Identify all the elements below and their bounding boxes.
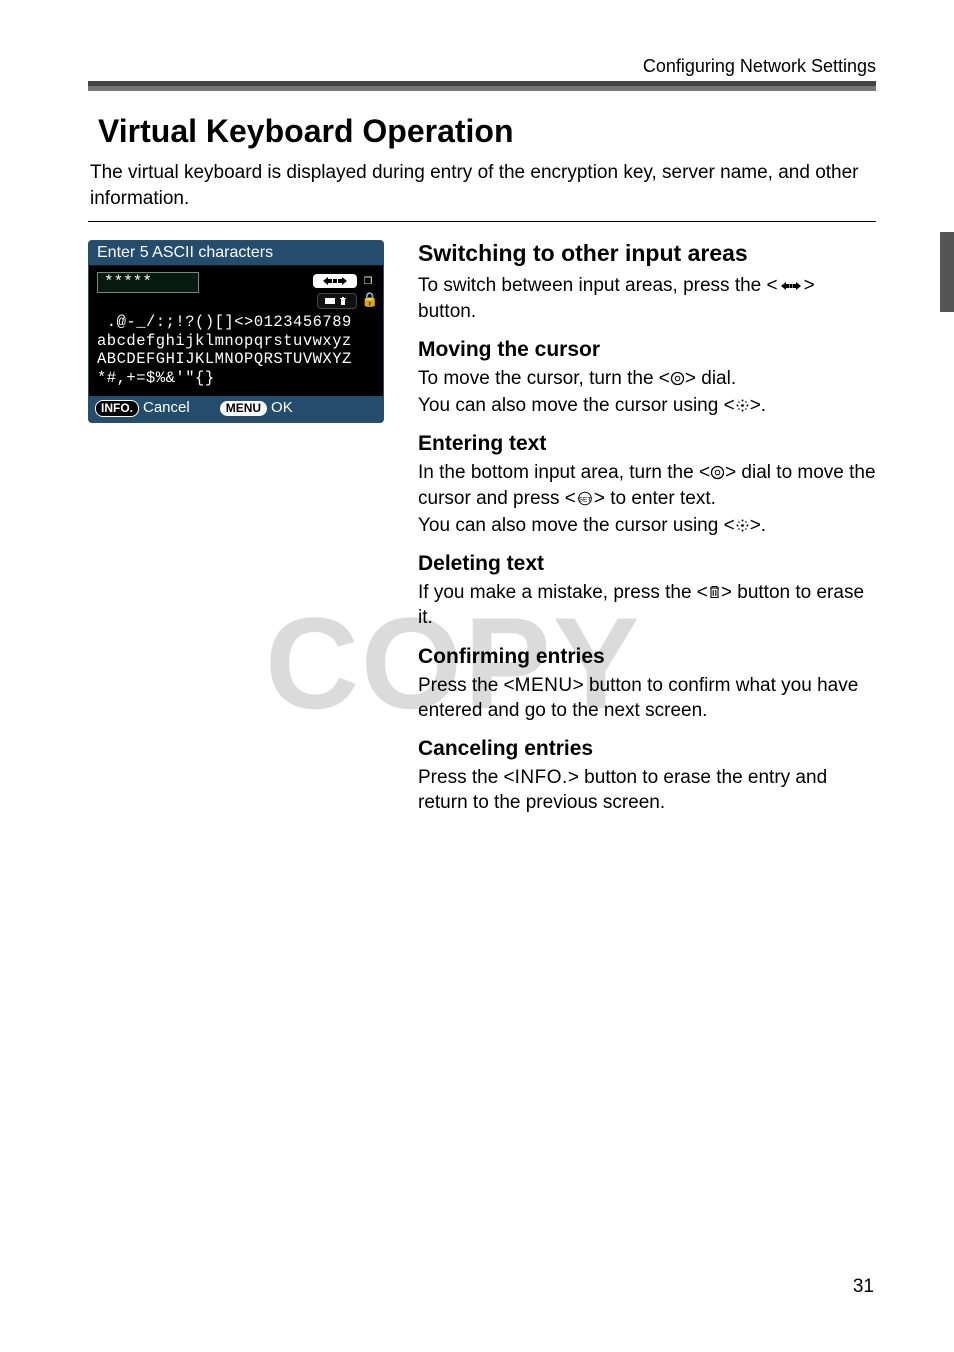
copy-icon: ❐	[361, 272, 375, 289]
running-head: Configuring Network Settings	[88, 56, 876, 77]
lead-paragraph: The virtual keyboard is displayed during…	[90, 160, 874, 211]
para-delete: If you make a mistake, press the <> butt…	[418, 580, 876, 631]
dial-icon	[670, 371, 685, 386]
heading-deleting: Deleting text	[418, 552, 876, 576]
para-cancel: Press the <INFO.> button to erase the en…	[418, 765, 876, 816]
heading-canceling: Canceling entries	[418, 737, 876, 761]
multi-controller-icon	[735, 518, 750, 533]
para-confirm: Press the <MENU> button to confirm what …	[418, 673, 876, 724]
para-move-2: You can also move the cursor using <>.	[418, 393, 876, 418]
switch-area-icon	[778, 279, 804, 293]
heading-moving: Moving the cursor	[418, 338, 876, 362]
separator	[88, 221, 876, 222]
para-switching: To switch between input areas, press the…	[418, 273, 876, 324]
para-move-1: To move the cursor, turn the <> dial.	[418, 366, 876, 391]
running-rule	[88, 81, 876, 91]
para-enter-1: In the bottom input area, turn the <> di…	[418, 460, 876, 511]
footer-cancel: INFO.Cancel	[95, 399, 190, 417]
switch-area-icon	[313, 274, 357, 288]
trash-icon	[708, 584, 721, 600]
info-chip: INFO.	[95, 400, 139, 417]
page-title: Virtual Keyboard Operation	[98, 113, 876, 150]
trash-pill-icon	[317, 293, 357, 309]
para-enter-2: You can also move the cursor using <>.	[418, 513, 876, 538]
info-label: INFO.	[515, 767, 568, 788]
heading-switching: Switching to other input areas	[418, 240, 876, 267]
page-number: 31	[853, 1276, 874, 1298]
footer-ok: MENUOK	[220, 399, 293, 416]
dial-icon	[710, 465, 725, 480]
screenshot-title: Enter 5 ASCII characters	[89, 241, 383, 266]
entry-field: *****	[97, 272, 199, 293]
menu-label: MENU	[515, 675, 573, 696]
heading-confirming: Confirming entries	[418, 645, 876, 669]
menu-chip: MENU	[220, 401, 267, 416]
multi-controller-icon	[735, 398, 750, 413]
mode-indicators: ❐ 🔒	[313, 272, 375, 309]
svg-text:SET: SET	[579, 496, 592, 503]
set-button-icon: SET	[576, 491, 594, 506]
lock-icon: 🔒	[361, 292, 375, 309]
keyboard-characters: .@-_/:;!?()[]<>0123456789 abcdefghijklmn…	[89, 311, 383, 395]
virtual-keyboard-screenshot: Enter 5 ASCII characters ***** ❐	[88, 240, 384, 422]
edge-tab	[940, 232, 954, 312]
heading-entering: Entering text	[418, 432, 876, 456]
